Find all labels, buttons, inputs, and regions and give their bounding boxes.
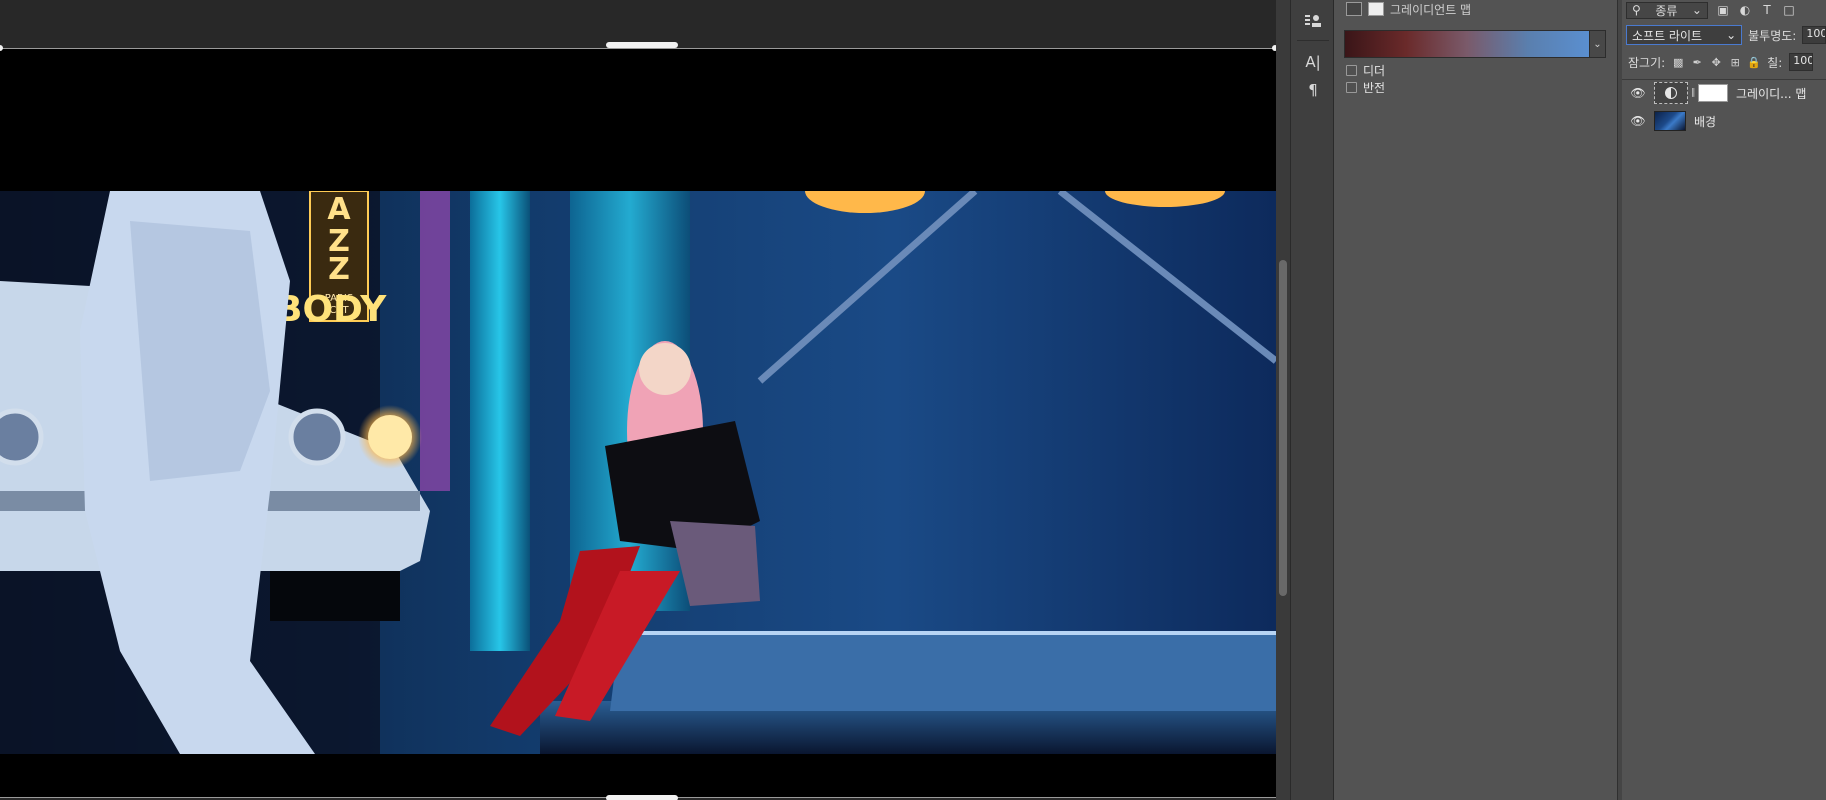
- search-icon: ⚲: [1632, 3, 1641, 17]
- lock-artboard-icon[interactable]: ⊞: [1729, 56, 1741, 69]
- adjustment-filter-icon[interactable]: ◐: [1738, 3, 1752, 17]
- photo-scene: A Z Z PARIS CAT BODY: [0, 191, 1276, 754]
- reverse-checkbox[interactable]: [1346, 82, 1357, 93]
- svg-text:Z: Z: [328, 252, 350, 287]
- clone-source-icon[interactable]: [1299, 9, 1327, 33]
- lock-all-icon[interactable]: 🔒: [1747, 56, 1761, 69]
- adjustment-icon: [1665, 87, 1677, 99]
- layer-row-gradient-map[interactable]: 👁 ∥ 그레이디... 맵: [1622, 81, 1826, 105]
- reverse-option[interactable]: 반전: [1346, 79, 1385, 96]
- fill-label: 칠:: [1767, 55, 1783, 70]
- adjustment-layer-icon[interactable]: [1346, 2, 1362, 16]
- canvas-area[interactable]: A Z Z PARIS CAT BODY: [0, 0, 1278, 800]
- lock-row: 잠그기: ▩ ✒ ✥ ⊞ 🔒 칠: 100%: [1628, 53, 1826, 71]
- properties-panel: 그레이디언트 맵 ⌄ 디더 반전: [1334, 0, 1626, 800]
- dither-option[interactable]: 디더: [1346, 62, 1385, 79]
- panel-icon-strip: A| ¶: [1290, 0, 1334, 800]
- layer-thumbnail[interactable]: [1654, 111, 1686, 131]
- visibility-eye-icon[interactable]: 👁: [1630, 114, 1646, 128]
- scrollbar-thumb[interactable]: [1279, 260, 1287, 596]
- kind-filter-select[interactable]: ⚲ 종류 ⌄: [1626, 1, 1708, 19]
- layers-divider: [1622, 79, 1826, 80]
- canvas-vertical-scrollbar[interactable]: [1276, 0, 1290, 800]
- blend-mode-value: 소프트 라이트: [1632, 28, 1703, 43]
- lock-transparency-icon[interactable]: ▩: [1672, 56, 1684, 69]
- dither-checkbox[interactable]: [1346, 65, 1357, 76]
- layers-panel: ⚲ 종류 ⌄ ▣ ◐ T □ 소프트 라이트 ⌄ 불투명도: 100% 잠그기:…: [1622, 0, 1826, 800]
- transform-handle-bottom[interactable]: [606, 795, 678, 800]
- layers-filter-bar: ⚲ 종류 ⌄ ▣ ◐ T □: [1622, 0, 1826, 20]
- photoshop-workspace: A Z Z PARIS CAT BODY A| ¶ 그레이디언트 맵 ⌄ 디더 …: [0, 0, 1826, 800]
- transform-handle-top[interactable]: [606, 42, 678, 48]
- layer-name[interactable]: 그레이디... 맵: [1736, 85, 1806, 102]
- paragraph-glyph: ¶: [1308, 81, 1318, 99]
- gradient-preview[interactable]: [1344, 30, 1590, 58]
- lock-paint-brush-icon[interactable]: ✒: [1691, 56, 1703, 69]
- properties-header: 그레이디언트 맵: [1334, 0, 1618, 18]
- chevron-down-icon: ⌄: [1726, 28, 1737, 42]
- layer-name[interactable]: 배경: [1694, 113, 1716, 130]
- character-icon[interactable]: A|: [1299, 50, 1327, 74]
- document-canvas[interactable]: A Z Z PARIS CAT BODY: [0, 48, 1276, 798]
- svg-text:BODY: BODY: [275, 289, 387, 330]
- opacity-label: 불투명도:: [1748, 28, 1797, 43]
- gradient-picker[interactable]: ⌄: [1344, 30, 1606, 58]
- svg-text:A: A: [327, 192, 351, 227]
- properties-title: 그레이디언트 맵: [1390, 2, 1472, 17]
- paragraph-icon[interactable]: ¶: [1299, 78, 1327, 102]
- adjustment-thumbnail[interactable]: [1654, 82, 1688, 104]
- kind-filter-label: 종류: [1655, 3, 1678, 18]
- layer-mask-thumbnail[interactable]: [1698, 84, 1728, 102]
- visibility-eye-icon[interactable]: 👁: [1630, 86, 1646, 100]
- opacity-input[interactable]: 100%: [1802, 26, 1826, 44]
- blend-mode-select[interactable]: 소프트 라이트 ⌄: [1626, 25, 1743, 45]
- dither-label: 디더: [1363, 64, 1386, 78]
- layer-row-background[interactable]: 👁 배경: [1622, 109, 1826, 133]
- pixel-filter-icon[interactable]: ▣: [1716, 3, 1730, 17]
- type-filter-icon[interactable]: T: [1760, 3, 1774, 17]
- reverse-label: 반전: [1363, 81, 1386, 95]
- chevron-down-icon: ⌄: [1691, 3, 1702, 17]
- mask-icon[interactable]: [1368, 2, 1384, 16]
- lock-label: 잠그기:: [1628, 55, 1666, 70]
- link-chain-icon[interactable]: ∥: [1688, 88, 1698, 98]
- blend-opacity-row: 소프트 라이트 ⌄ 불투명도: 100%: [1626, 25, 1826, 45]
- shape-filter-icon[interactable]: □: [1782, 3, 1796, 17]
- lock-position-move-icon[interactable]: ✥: [1710, 56, 1722, 69]
- chevron-down-icon[interactable]: ⌄: [1590, 30, 1606, 58]
- document-image[interactable]: A Z Z PARIS CAT BODY: [0, 191, 1276, 754]
- fill-input[interactable]: 100%: [1789, 53, 1814, 71]
- character-glyph: A|: [1305, 53, 1321, 71]
